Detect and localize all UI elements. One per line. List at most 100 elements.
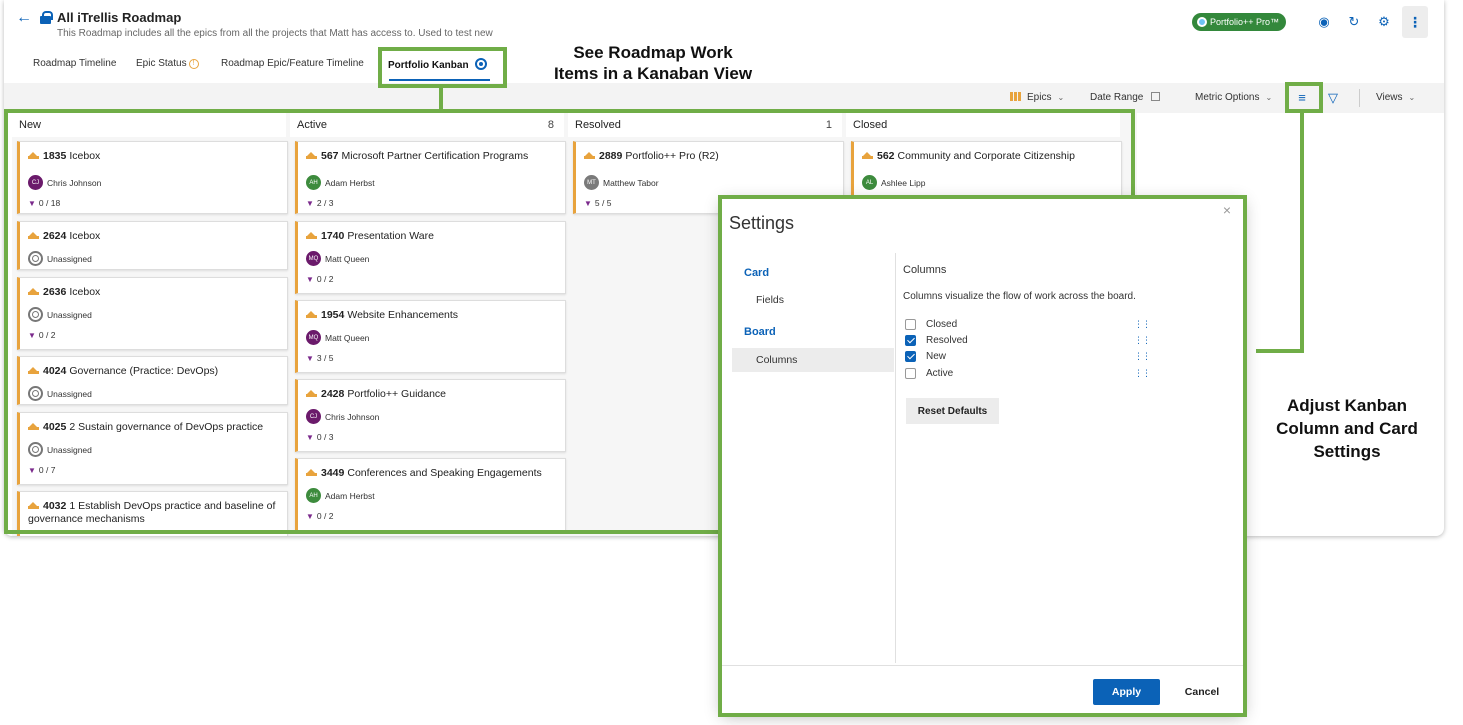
cancel-button[interactable]: Cancel [1172, 679, 1232, 705]
trophy-icon: ▼ [306, 512, 314, 521]
chevron-down-icon: ⌄ [1265, 93, 1273, 102]
portfolio-pro-badge[interactable]: Portfolio++ Pro™ [1192, 13, 1287, 31]
card-id: 1835 [43, 150, 67, 162]
connector-line [1256, 349, 1304, 353]
epic-crown-icon [28, 152, 39, 159]
column-name: Closed [853, 119, 888, 131]
card-title: 2636 Icebox [28, 286, 279, 299]
trophy-icon: ▼ [584, 199, 592, 208]
gear-icon[interactable]: ⚙ [1374, 12, 1394, 32]
card-name: Presentation Ware [347, 230, 434, 242]
epic-card[interactable]: 567 Microsoft Partner Certification Progr… [295, 141, 566, 214]
roadmap-description: This Roadmap includes all the epics from… [57, 28, 493, 39]
card-title: 4025 2 Sustain governance of DevOps pract… [28, 421, 279, 434]
tab-roadmap-epic-feature-timeline[interactable]: Roadmap Epic/Feature Timeline [221, 58, 364, 69]
epic-card[interactable]: 2636 Icebox Unassigned ▼ 0 / 2 [17, 277, 288, 350]
drag-handle-icon[interactable]: ⋮⋮ [1134, 335, 1151, 346]
column-option-closed[interactable]: Closed ⋮⋮ [905, 317, 1151, 331]
board-settings-icon[interactable]: ≡ [1290, 88, 1314, 108]
metric-options-dropdown[interactable]: Metric Options ⌄ [1195, 92, 1272, 103]
epic-crown-icon [28, 288, 39, 295]
tab-roadmap-timeline[interactable]: Roadmap Timeline [33, 58, 116, 69]
epics-dropdown[interactable]: Epics ⌄ [1010, 92, 1064, 103]
progress-value: 5 / 5 [594, 198, 612, 208]
trophy-icon: ▼ [306, 433, 314, 442]
views-dropdown[interactable]: Views ⌄ [1376, 92, 1415, 103]
card-id: 4032 [43, 500, 67, 512]
callout-line: Column and Card [1276, 419, 1418, 438]
warning-icon: ! [188, 59, 199, 69]
close-icon[interactable]: × [1223, 202, 1231, 218]
nav-item-fields[interactable]: Fields [732, 288, 894, 312]
assignee-name: Adam Herbst [325, 490, 375, 501]
epic-card[interactable]: 2624 Icebox Unassigned [17, 221, 288, 270]
trophy-icon: ▼ [306, 275, 314, 284]
column-count: 1 [825, 119, 832, 131]
epic-card[interactable]: 4025 2 Sustain governance of DevOps pract… [17, 412, 288, 485]
epic-card[interactable]: 1954 Website Enhancements MQ Matt Queen ▼ 3… [295, 300, 566, 373]
card-title: 2889 Portfolio++ Pro (R2) [584, 150, 835, 163]
assignee-name: Chris Johnson [325, 411, 380, 422]
checkbox[interactable] [905, 350, 916, 362]
tab-epic-status[interactable]: Epic Status! [136, 58, 199, 69]
card-name: Icebox [69, 230, 101, 242]
epic-card[interactable]: 3449 Conferences and Speaking Engagements… [295, 458, 566, 531]
apply-button[interactable]: Apply [1093, 679, 1160, 705]
checkbox[interactable] [905, 367, 916, 379]
filter-icon[interactable]: ▽ [1324, 88, 1342, 108]
card-id: 1954 [321, 309, 345, 321]
option-label: New [926, 350, 947, 362]
card-title: 2428 Portfolio++ Guidance [306, 388, 557, 401]
epic-card[interactable]: 4024 Governance (Practice: DevOps) Unassi… [17, 356, 288, 405]
column-option-resolved[interactable]: Resolved ⋮⋮ [905, 333, 1151, 347]
back-arrow-icon[interactable]: ← [16, 9, 32, 27]
nav-item-columns[interactable]: Columns [732, 348, 894, 372]
drag-handle-icon[interactable]: ⋮⋮ [1134, 319, 1151, 330]
card-name: Governance (Practice: DevOps) [69, 365, 219, 377]
avatar: AL [862, 175, 877, 190]
epic-card[interactable]: 2428 Portfolio++ Guidance CJ Chris Johnson… [295, 379, 566, 452]
option-label: Resolved [926, 334, 968, 346]
avatar: MQ [306, 251, 321, 266]
drag-handle-icon[interactable]: ⋮⋮ [1134, 351, 1151, 362]
card-name: Portfolio++ Pro (R2) [625, 150, 719, 162]
card-name: Conferences and Speaking Engagements [347, 467, 542, 479]
card-id: 2428 [321, 388, 345, 400]
progress-value: 0 / 2 [38, 330, 56, 340]
chevron-down-icon: ⌄ [1057, 93, 1065, 102]
checkbox[interactable] [905, 318, 916, 330]
tab-portfolio-kanban[interactable]: Portfolio Kanban [388, 58, 487, 71]
epic-card[interactable]: 1740 Presentation Ware MQ Matt Queen ▼ 0 / … [295, 221, 566, 294]
reset-defaults-button[interactable]: Reset Defaults [906, 398, 999, 424]
card-title: 1740 Presentation Ware [306, 230, 557, 243]
nav-heading-board[interactable]: Board [744, 326, 776, 338]
column-option-active[interactable]: Active ⋮⋮ [905, 366, 1151, 380]
column-option-new[interactable]: New ⋮⋮ [905, 349, 1151, 363]
lock-icon [40, 11, 53, 24]
column-count: 8 [547, 119, 554, 131]
card-id: 562 [877, 150, 895, 162]
nav-heading-card[interactable]: Card [744, 267, 769, 279]
column-name: Resolved [575, 119, 621, 131]
settings-dialog: Settings × Card Fields Board Columns Col… [722, 199, 1243, 713]
card-assignee: AH Adam Herbst [306, 175, 375, 190]
avatar: CJ [306, 409, 321, 424]
assignee-name: Unassigned [47, 388, 92, 399]
card-id: 2636 [43, 286, 67, 298]
checkbox[interactable] [905, 334, 916, 346]
refresh-icon[interactable]: ↻ [1344, 12, 1364, 32]
card-progress: ▼ 2 / 3 [306, 198, 333, 208]
kanban-column-new: New 1835 Icebox CJ Chris Johnson ▼ 0 / 18 2… [12, 113, 288, 536]
drag-handle-icon[interactable]: ⋮⋮ [1134, 368, 1151, 379]
camera-icon[interactable]: ◉ [1314, 12, 1334, 32]
date-range-button[interactable]: Date Range [1090, 92, 1161, 103]
column-header: New [12, 113, 286, 137]
card-assignee: Unassigned [28, 386, 92, 401]
avatar: AH [306, 488, 321, 503]
roadmap-header: ← All iTrellis Roadmap This Roadmap incl… [4, 0, 1444, 46]
column-header: Active 8 [290, 113, 564, 137]
more-options-button[interactable]: ⋮ [1402, 6, 1428, 38]
progress-value: 0 / 7 [38, 465, 56, 475]
epic-card[interactable]: 1835 Icebox CJ Chris Johnson ▼ 0 / 18 [17, 141, 288, 214]
epic-card[interactable]: 4032 1 Establish DevOps practice and base… [17, 491, 288, 536]
